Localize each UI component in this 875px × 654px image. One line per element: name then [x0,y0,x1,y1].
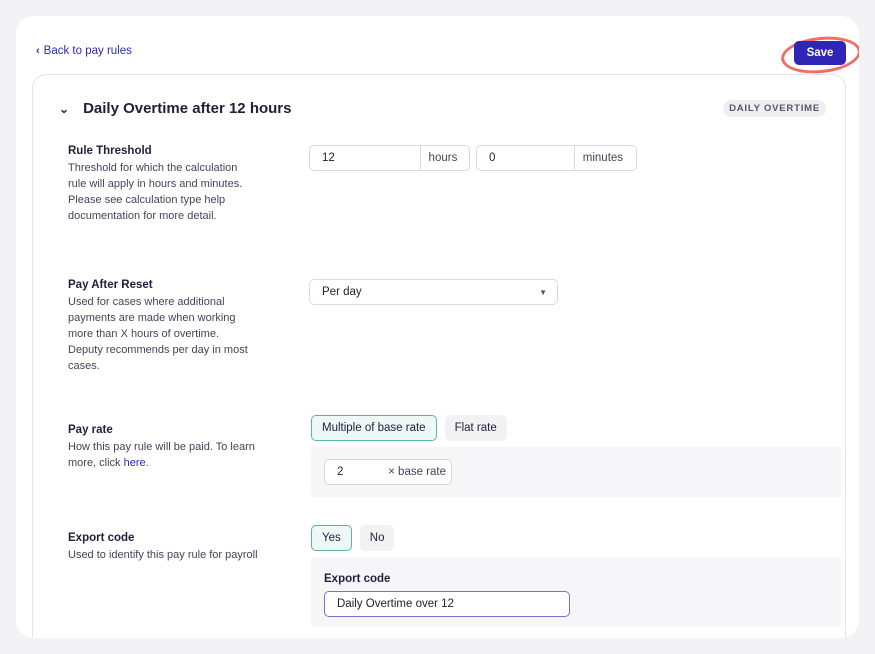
pay-rate-label: Pay rate [68,424,113,436]
export-code-section: Export code Used to identify this pay ru… [68,532,288,563]
multiplier-suffix: × base rate [388,466,446,478]
pay-rate-toggle: Multiple of base rate Flat rate [311,415,507,441]
pay-after-reset-select[interactable]: Per day ▼ [309,279,558,305]
rule-threshold-description: Threshold for which the calculation rule… [68,162,243,222]
export-code-description: Used to identify this pay rule for payro… [68,549,258,561]
chevron-left-icon: ‹ [36,45,40,57]
pay-rate-section: Pay rate How this pay rule will be paid.… [68,424,288,471]
hours-unit: hours [419,146,469,170]
rule-type-badge: DAILY OVERTIME [723,100,826,117]
rule-threshold-label: Rule Threshold [68,145,152,157]
card-header: ⌄ Daily Overtime after 12 hours [59,100,291,117]
base-rate-multiplier-input[interactable]: 2 × base rate [324,459,452,485]
export-no-option[interactable]: No [359,525,395,551]
chevron-down-icon[interactable]: ⌄ [59,102,69,116]
caret-down-icon: ▼ [539,287,547,297]
pay-after-reset-section: Pay After Reset Used for cases where add… [68,279,288,374]
pay-rate-help-link[interactable]: here [124,457,146,469]
pay-rate-description-text: How this pay rule will be paid. To learn… [68,441,255,469]
flat-rate-option[interactable]: Flat rate [444,415,507,441]
hours-input[interactable]: 12 [310,146,420,170]
export-toggle: Yes No [311,525,395,551]
export-yes-option[interactable]: Yes [311,525,352,551]
pay-after-reset-description: Used for cases where additional payments… [68,296,248,372]
rule-threshold-section: Rule Threshold Threshold for which the c… [68,145,288,224]
back-link-label: Back to pay rules [43,45,132,57]
pay-rule-card: ⌄ Daily Overtime after 12 hours DAILY OV… [32,74,846,638]
pay-rate-description-end: . [145,457,149,469]
minutes-field[interactable]: 0 minutes [476,145,637,171]
pay-rate-description: How this pay rule will be paid. To learn… [68,439,283,471]
export-code-field-label: Export code [324,573,391,585]
multiple-of-base-rate-option[interactable]: Multiple of base rate [311,415,437,441]
pay-after-reset-label: Pay After Reset [68,279,153,291]
multiplier-value: 2 [337,466,344,478]
minutes-unit: minutes [573,146,636,170]
export-code-panel: Export code Daily Overtime over 12 [311,557,841,627]
export-code-label: Export code [68,532,135,544]
save-button[interactable]: Save [794,41,846,65]
hours-field[interactable]: 12 hours [309,145,470,171]
back-to-pay-rules-link[interactable]: ‹ Back to pay rules [36,45,132,57]
pay-after-reset-value: Per day [322,286,362,298]
minutes-input[interactable]: 0 [477,146,574,170]
save-area: Save [779,32,859,78]
pay-rule-editor: ‹ Back to pay rules Save ⌄ Daily Overtim… [16,16,859,638]
export-code-input[interactable]: Daily Overtime over 12 [324,591,570,617]
rule-title: Daily Overtime after 12 hours [83,100,292,117]
pay-rate-panel: 2 × base rate [311,447,841,497]
